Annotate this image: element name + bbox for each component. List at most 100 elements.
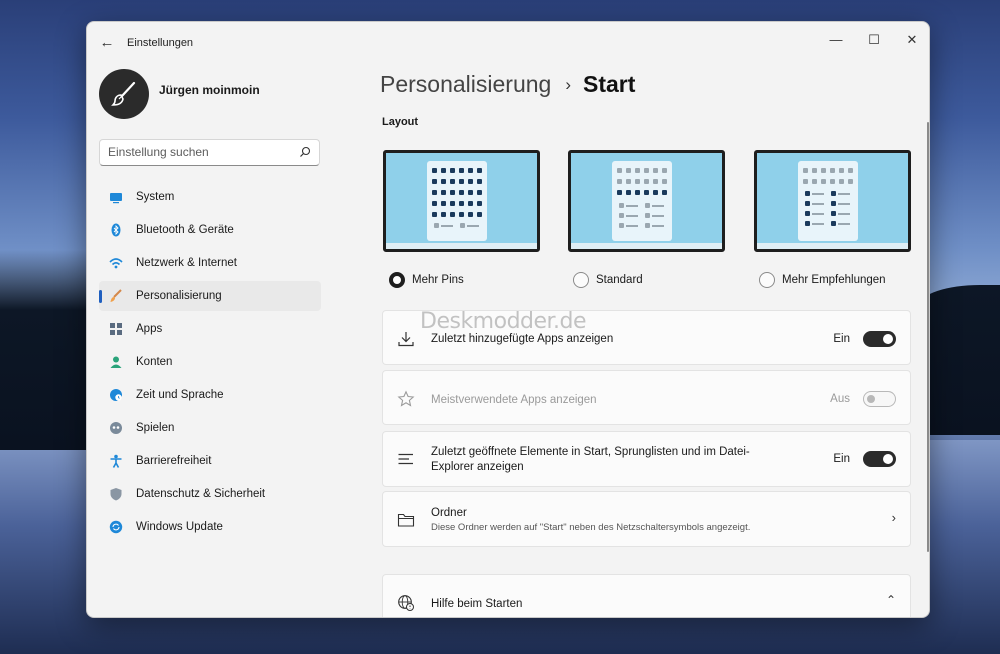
preview-line [838, 212, 850, 215]
preview-line [652, 224, 664, 227]
setting-recent-items[interactable]: Zuletzt geöffnete Elemente in Start, Spr… [382, 431, 911, 487]
preview-tile [626, 190, 631, 195]
preview-tile [821, 179, 826, 184]
sidebar-item-system[interactable]: System [99, 182, 321, 212]
setting-help-getting-started[interactable]: Hilfe beim Starten ⌃ [382, 574, 911, 617]
sidebar-item-label: Spielen [136, 422, 175, 434]
start-menu-preview [612, 161, 672, 241]
preview-tile [626, 168, 631, 173]
close-icon: ✕ [906, 32, 918, 47]
preview-tile [432, 190, 437, 195]
preview-tile [662, 168, 667, 173]
layout-preview-more-pins[interactable] [383, 150, 540, 252]
preview-line [812, 202, 824, 205]
window-title: Einstellungen [127, 37, 194, 49]
paintbrush-avatar-icon [111, 81, 136, 106]
taskbar-preview [757, 243, 908, 249]
sidebar-item-privacy[interactable]: Datenschutz & Sicherheit [99, 479, 321, 509]
search-icon[interactable] [299, 146, 311, 158]
preview-tile [662, 190, 667, 195]
back-button[interactable]: ← [97, 34, 117, 52]
apps-icon [110, 323, 122, 335]
preview-tile [830, 168, 835, 173]
preview-tile [644, 168, 649, 173]
setting-folders[interactable]: Ordner Diese Ordner werden auf "Start" n… [382, 491, 911, 547]
avatar[interactable] [99, 69, 149, 119]
preview-tile [831, 211, 836, 216]
preview-tile [459, 168, 464, 173]
wifi-icon [109, 258, 123, 269]
preview-tile [459, 190, 464, 195]
sidebar-item-personalization[interactable]: Personalisierung [99, 281, 321, 311]
person-icon [110, 356, 122, 368]
radio-button[interactable] [759, 272, 775, 288]
radio-button[interactable] [573, 272, 589, 288]
preview-tile [441, 212, 446, 217]
preview-tile [468, 179, 473, 184]
wallpaper-trees-left [0, 250, 90, 450]
star-icon [397, 390, 415, 407]
preview-tile [619, 223, 624, 228]
preview-tile [839, 179, 844, 184]
watermark: Deskmodder.de [420, 309, 587, 334]
preview-tile [441, 179, 446, 184]
chevron-up-icon[interactable]: ⌃ [886, 593, 896, 607]
breadcrumb-parent[interactable]: Personalisierung [380, 71, 551, 97]
preview-tile [432, 168, 437, 173]
sidebar-item-bluetooth[interactable]: Bluetooth & Geräte [99, 215, 321, 245]
radio-button[interactable] [389, 272, 405, 288]
sidebar-item-apps[interactable]: Apps [99, 314, 321, 344]
setting-title-line: Zuletzt geöffnete Elemente in Start, Spr… [431, 446, 750, 458]
toggle-switch[interactable] [863, 451, 896, 467]
preview-tile [831, 191, 836, 196]
sidebar-item-label: Netzwerk & Internet [136, 257, 237, 269]
gamepad-icon [110, 422, 122, 434]
preview-tile [645, 223, 650, 228]
layout-section-label: Layout [382, 116, 419, 128]
settings-window: ← Einstellungen — ☐ ✕ Jürgen moinmoin Sy… [86, 21, 930, 618]
start-menu-preview [427, 161, 487, 241]
toggle-state-text: Aus [830, 393, 850, 405]
preview-line [652, 204, 664, 207]
sidebar-item-network[interactable]: Netzwerk & Internet [99, 248, 321, 278]
scrollbar[interactable] [927, 122, 929, 552]
preview-tile [468, 212, 473, 217]
preview-tile [477, 190, 482, 195]
preview-line [626, 204, 638, 207]
layout-preview-more-recommendations[interactable] [754, 150, 911, 252]
preview-tile [468, 201, 473, 206]
taskbar-preview [571, 243, 722, 249]
preview-tile [450, 168, 455, 173]
preview-tile [477, 168, 482, 173]
shield-icon [110, 488, 122, 501]
toggle-state-text: Ein [833, 453, 850, 465]
preview-tile [468, 190, 473, 195]
sidebar-item-accounts[interactable]: Konten [99, 347, 321, 377]
layout-preview-standard[interactable] [568, 150, 725, 252]
sidebar-item-accessibility[interactable]: Barrierefreiheit [99, 446, 321, 476]
taskbar-preview [386, 243, 537, 249]
preview-tile [441, 190, 446, 195]
preview-tile [803, 168, 808, 173]
search-input[interactable] [108, 145, 293, 159]
preview-tile [450, 212, 455, 217]
preview-tile [635, 190, 640, 195]
setting-subtitle: Diese Ordner werden auf "Start" neben de… [431, 522, 751, 533]
preview-tile [803, 179, 808, 184]
sidebar-item-label: Apps [136, 323, 163, 335]
sidebar-item-windows-update[interactable]: Windows Update [99, 512, 321, 542]
preview-tile [848, 168, 853, 173]
sidebar-item-gaming[interactable]: Spielen [99, 413, 321, 443]
search-box[interactable] [99, 139, 320, 166]
toggle-state-text: Ein [833, 333, 850, 345]
preview-tile [645, 203, 650, 208]
preview-tile [619, 203, 624, 208]
preview-line [838, 192, 850, 195]
maximize-button[interactable]: ☐ [855, 28, 893, 52]
toggle-switch[interactable] [863, 331, 896, 347]
close-button[interactable]: ✕ [893, 28, 929, 52]
minimize-button[interactable]: — [817, 28, 855, 52]
chevron-right-icon: › [891, 510, 896, 525]
sidebar-item-time-language[interactable]: Zeit und Sprache [99, 380, 321, 410]
breadcrumb: Personalisierung › Start [380, 71, 635, 98]
